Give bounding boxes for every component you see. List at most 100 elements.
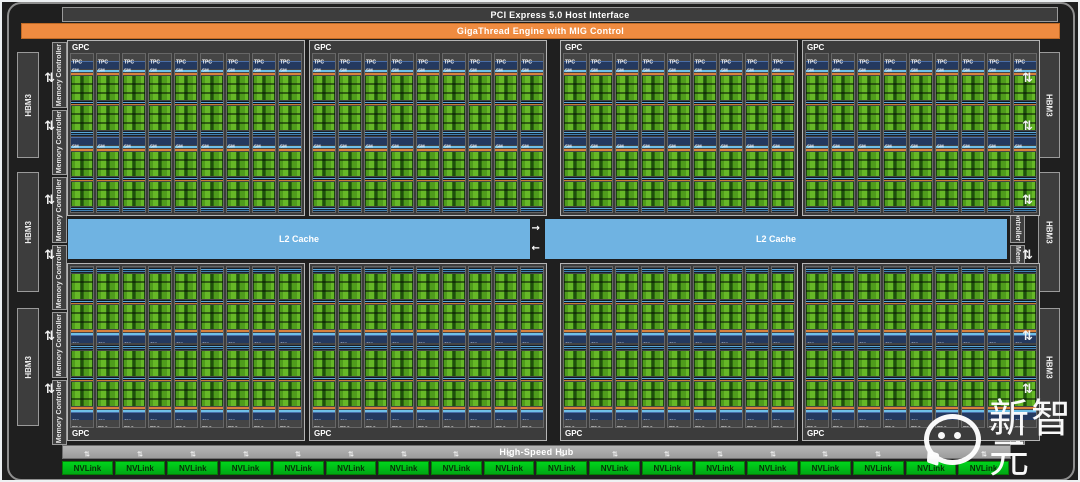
sm-block: SM xyxy=(694,344,716,420)
sm-block: SM xyxy=(694,61,716,136)
nvlink-label: NVLink xyxy=(179,464,207,473)
sm-header-label: SM xyxy=(988,68,996,73)
sm-tex-strip xyxy=(962,207,984,212)
sm-tex-strip xyxy=(149,131,171,136)
sm-scheduler-strip xyxy=(149,330,171,332)
sm-processing-block xyxy=(772,182,794,206)
sm-header-label: SM xyxy=(417,342,425,343)
sm-scheduler-strip xyxy=(772,407,794,409)
sm-block: SM xyxy=(279,267,301,343)
tpc-label-text: TPC xyxy=(694,60,705,65)
sm-block: SM xyxy=(668,267,690,343)
sm-header-label: SM xyxy=(227,68,235,73)
sm-processing-block xyxy=(832,305,854,330)
tpc-label: TPC xyxy=(495,421,517,427)
tpc-label-text: TPC xyxy=(1014,60,1025,65)
sm-processing-block xyxy=(123,274,145,299)
sm-block: SM xyxy=(642,344,664,420)
sm-processing-block xyxy=(642,305,664,330)
sm-block: SM xyxy=(858,344,880,420)
sm-header: SM xyxy=(313,412,335,420)
sm-processing-block xyxy=(858,274,880,299)
sm-header-label: SM xyxy=(832,419,840,420)
sm-header: SM xyxy=(313,335,335,343)
sm-mid-strip xyxy=(936,177,958,181)
sm-header: SM xyxy=(746,137,768,145)
sm-mid-strip xyxy=(391,377,413,381)
tpc-column: TPCSMSM xyxy=(745,53,769,213)
sm-block: SM xyxy=(521,267,543,343)
tpc-label: TPC xyxy=(149,54,171,60)
nvlink-block: ⇅NVLink xyxy=(431,461,482,475)
sm-processing-block xyxy=(616,106,638,130)
tpc-label: TPC xyxy=(175,421,197,427)
sm-header-label: SM xyxy=(469,342,477,343)
sm-processing-block xyxy=(123,351,145,376)
sm-processing-block xyxy=(858,106,880,130)
tpc-label-text: TPC xyxy=(616,60,627,65)
sm-header-label: SM xyxy=(365,68,373,73)
sm-tex-strip xyxy=(469,345,491,350)
sm-header-label: SM xyxy=(253,144,261,149)
gpc-box: GPCTPCSMSMTPCSMSMTPCSMSMTPCSMSMTPCSMSMTP… xyxy=(560,40,798,216)
sm-header-label: SM xyxy=(858,342,866,343)
sm-block: SM xyxy=(391,61,413,136)
sm-header-label: SM xyxy=(123,419,131,420)
tpc-column: TPCSMSM xyxy=(442,266,466,428)
sm-mid-strip xyxy=(365,177,387,181)
sm-header-label: SM xyxy=(858,144,866,149)
sm-processing-block xyxy=(175,76,197,100)
sm-tex-strip xyxy=(365,268,387,273)
sm-mid-strip xyxy=(616,101,638,105)
sm-mid-strip xyxy=(590,177,612,181)
sm-processing-block xyxy=(668,382,690,407)
sm-header-label: SM xyxy=(910,342,918,343)
sm-processing-block xyxy=(988,106,1010,130)
sm-header-label: SM xyxy=(720,144,728,149)
nvlink-label: NVLink xyxy=(126,464,154,473)
updown-arrows-icon: ⇅ xyxy=(44,194,55,207)
tpc-label: TPC xyxy=(884,54,906,60)
sm-scheduler-strip xyxy=(564,73,586,75)
sm-processing-block xyxy=(339,351,361,376)
sm-scheduler-strip xyxy=(616,330,638,332)
sm-header-label: SM xyxy=(175,419,183,420)
sm-processing-block xyxy=(564,76,586,100)
sm-block: SM xyxy=(590,344,612,420)
sm-header: SM xyxy=(832,412,854,420)
sm-header-label: SM xyxy=(417,419,425,420)
tpc-label-text: TPC xyxy=(469,427,480,428)
sm-block: SM xyxy=(772,267,794,343)
hbm3-label: HBM3 xyxy=(24,94,33,117)
sm-header: SM xyxy=(123,137,145,145)
sm-scheduler-strip xyxy=(149,73,171,75)
tpc-label: TPC xyxy=(391,421,413,427)
sm-processing-block xyxy=(590,76,612,100)
sm-tex-strip xyxy=(227,131,249,136)
sm-header: SM xyxy=(123,412,145,420)
sm-block: SM xyxy=(469,61,491,136)
sm-mid-strip xyxy=(97,300,119,304)
sm-processing-block xyxy=(910,152,932,176)
sm-processing-block xyxy=(720,351,742,376)
bubble-eye-icon xyxy=(938,432,945,439)
sm-mid-strip xyxy=(495,177,517,181)
sm-tex-strip xyxy=(616,207,638,212)
sm-mid-strip xyxy=(746,177,768,181)
sm-processing-block xyxy=(71,274,93,299)
tpc-label: TPC xyxy=(339,54,361,60)
sm-block: SM xyxy=(443,137,465,212)
sm-processing-block xyxy=(123,382,145,407)
sm-block: SM xyxy=(910,267,932,343)
sm-tex-strip xyxy=(417,207,439,212)
sm-tex-strip xyxy=(962,345,984,350)
sm-block: SM xyxy=(564,344,586,420)
sm-header-label: SM xyxy=(469,419,477,420)
tpc-column: TPCSMSM xyxy=(667,266,691,428)
sm-processing-block xyxy=(227,382,249,407)
sm-processing-block xyxy=(720,274,742,299)
sm-block: SM xyxy=(71,61,93,136)
sm-mid-strip xyxy=(521,101,543,105)
sm-processing-block xyxy=(365,274,387,299)
sm-processing-block xyxy=(279,305,301,330)
